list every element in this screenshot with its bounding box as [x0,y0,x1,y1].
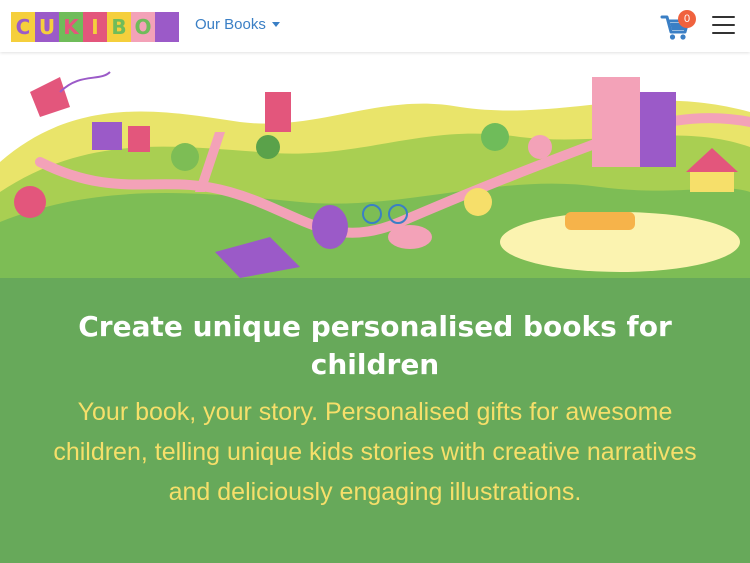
logo-letter-tile: C [11,12,35,42]
cart-count-badge: 0 [678,10,696,28]
caret-down-icon [271,22,280,27]
menu-bar-icon [712,32,735,34]
park-illustration [0,52,750,278]
logo-letter-tile: B [107,12,131,42]
cart-button[interactable]: 0 [660,10,700,44]
hero-illustration [0,52,750,278]
menu-bar-icon [712,16,735,18]
logo-letter-tile: I [83,12,107,42]
our-books-label: Our Books [195,16,266,33]
hero-title: Create unique personalised books for chi… [78,310,672,381]
logo-letter-tile [155,12,179,42]
menu-bar-icon [712,24,735,26]
logo-letter-tile: U [35,12,59,42]
hero-subtitle: Your book, your story. Personalised gift… [53,398,697,506]
hamburger-menu-button[interactable] [712,16,735,36]
logo-letter-tile: K [59,12,83,42]
our-books-dropdown[interactable]: Our Books [195,16,280,33]
logo-letter-tile: O [131,12,155,42]
top-navbar: CUKIBO Our Books 0 [0,0,750,52]
cukibo-logo[interactable]: CUKIBO [11,12,179,42]
